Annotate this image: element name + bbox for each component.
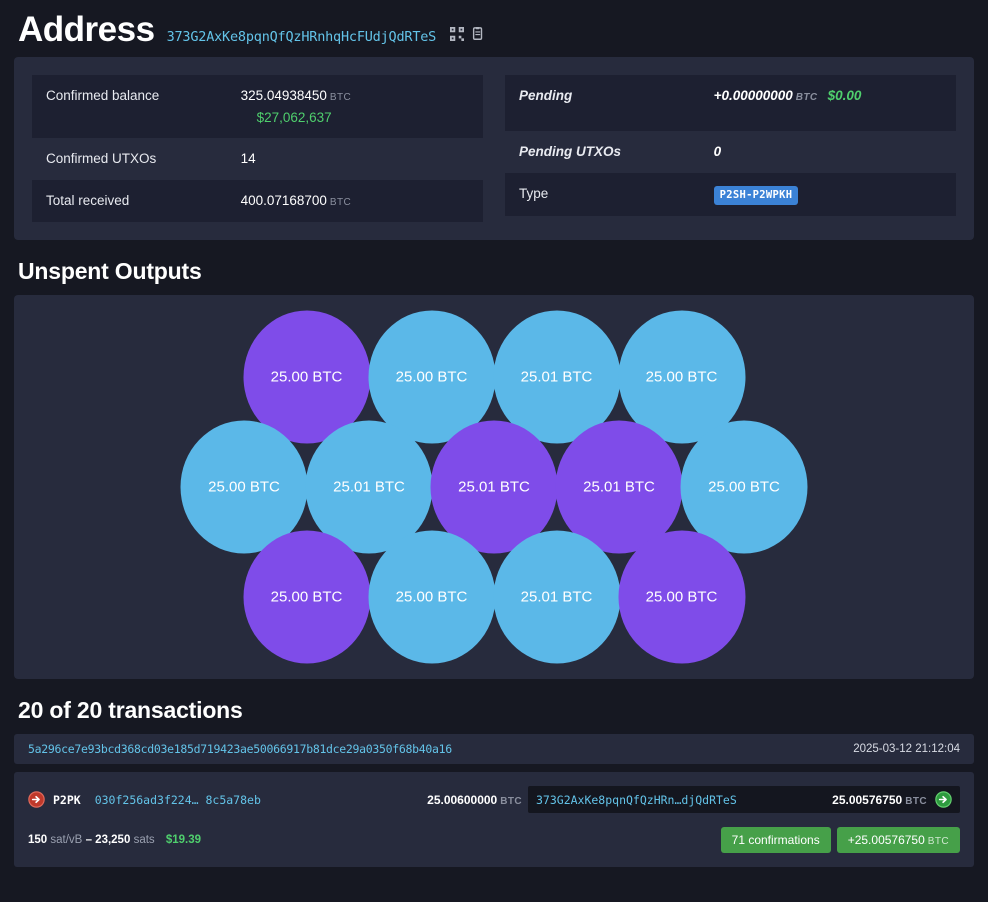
transaction-id[interactable]: 5a296ce7e93bcd368cd03e185d719423ae500669… (28, 742, 452, 756)
stat-confirmed-utxos: Confirmed UTXOs 14 (32, 138, 483, 180)
output-amount-unit: BTC (905, 795, 927, 807)
stat-value: 14 (240, 151, 256, 167)
stat-label: Total received (46, 193, 130, 209)
transaction-body: P2PK 030f256ad3f224… 8c5a78eb 25.0060000… (14, 772, 974, 868)
stat-amount: 400.07168700 (240, 193, 327, 209)
input-amount-unit: BTC (500, 795, 522, 807)
input-amount: 25.00600000 BTC (427, 793, 522, 807)
net-amount-unit: BTC (927, 836, 949, 848)
stat-confirmed-balance: Confirmed balance 325.04938450 BTC $27,06… (32, 75, 483, 139)
net-amount-badge[interactable]: +25.00576750 BTC (836, 827, 960, 854)
utxo-bubble[interactable]: 25.00 BTC (618, 530, 745, 664)
transaction-output[interactable]: 373G2AxKe8pqnQfQzHRn…djQdRTeS 25.0057675… (528, 786, 960, 814)
transaction-io-row: P2PK 030f256ad3f224… 8c5a78eb 25.0060000… (28, 786, 960, 814)
stat-amount: +0.00000000 (713, 88, 793, 103)
address-value[interactable]: 373G2AxKe8pqnQfQzHRnhqHcFUdjQdRTeS (167, 29, 437, 45)
arrow-right-red-icon (28, 791, 45, 808)
summary-column-left: Confirmed balance 325.04938450 BTC $27,06… (32, 75, 483, 223)
transactions-title: 20 of 20 transactions (18, 697, 243, 724)
header-icon-group (450, 27, 485, 41)
address-page: Address 373G2AxKe8pqnQfQzHRnhqHcFUdjQdRT… (0, 0, 988, 902)
fee-separator: – (85, 834, 92, 847)
output-amount-value: 25.00576750 (832, 792, 903, 807)
fee-rate-unit: sat/vB (50, 834, 83, 847)
stat-pending-utxos: Pending UTXOs 0 (505, 131, 956, 173)
stat-value: 325.04938450 BTC $27,062,637 (241, 86, 469, 127)
stat-unit: BTC (329, 197, 352, 209)
transactions-list: 5a296ce7e93bcd368cd03e185d719423ae500669… (14, 734, 974, 868)
net-amount-value: +25.00576750 (847, 833, 925, 848)
address-type-badge[interactable]: P2SH-P2WPKH (713, 186, 799, 206)
stat-label: Confirmed UTXOs (46, 151, 157, 167)
address-summary-panel: Confirmed balance 325.04938450 BTC $27,06… (14, 57, 974, 241)
input-amount-value: 25.00600000 (427, 792, 498, 807)
utxo-bubble[interactable]: 25.00 BTC (243, 530, 370, 664)
input-script-type: P2PK (53, 792, 81, 807)
fee-rate-value: 150 (28, 834, 48, 847)
fee-sats-value: 23,250 (95, 834, 131, 847)
page-header: Address 373G2AxKe8pqnQfQzHRnhqHcFUdjQdRT… (0, 0, 988, 57)
stat-label: Pending UTXOs (519, 144, 622, 159)
stat-fiat: $27,062,637 (256, 109, 332, 125)
clipboard-copy-icon[interactable] (471, 27, 485, 41)
transaction-input[interactable]: P2PK 030f256ad3f224… 8c5a78eb 25.0060000… (28, 791, 522, 808)
stat-fiat: $0.00 (827, 88, 862, 103)
stat-type: Type P2SH-P2WPKH (505, 173, 956, 217)
utxo-bubble[interactable]: 25.00 BTC (368, 530, 495, 664)
transaction-footer-row: 150 sat/vB – 23,250 sats $19.39 71 confi… (28, 827, 960, 854)
stat-label: Confirmed balance (46, 88, 160, 103)
stat-label: Type (519, 186, 549, 201)
confirmations-badge[interactable]: 71 confirmations (720, 827, 831, 854)
stat-label: Pending (519, 88, 573, 103)
transaction-timestamp: 2025-03-12 21:12:04 (853, 743, 960, 756)
input-address[interactable]: 030f256ad3f224… 8c5a78eb (95, 793, 261, 807)
stat-amount: 325.04938450 (240, 88, 327, 103)
stat-value: +0.00000000 BTC $0.00 (714, 86, 942, 106)
arrow-right-green-icon (935, 791, 952, 808)
stat-unit: BTC (795, 92, 818, 103)
utxo-bubble-row: 25.00 BTC 25.00 BTC 25.01 BTC 25.00 BTC (182, 530, 807, 664)
stat-value: 400.07168700 BTC (241, 191, 469, 211)
utxo-bubble[interactable]: 25.01 BTC (493, 530, 620, 664)
fee-fiat: $19.39 (165, 834, 202, 847)
page-title: Address (18, 10, 155, 49)
stat-pending: Pending +0.00000000 BTC $0.00 (505, 75, 956, 131)
output-amount: 25.00576750 BTC (832, 793, 927, 807)
stat-value: P2SH-P2WPKH (713, 184, 942, 206)
output-address[interactable]: 373G2AxKe8pqnQfQzHRn…djQdRTeS (536, 793, 737, 807)
transaction-header-row: 5a296ce7e93bcd368cd03e185d719423ae500669… (14, 734, 974, 765)
utxo-bubble-cluster: 25.00 BTC 25.00 BTC 25.01 BTC 25.00 BTC 25.0… (180, 310, 808, 664)
unspent-outputs-panel: 25.00 BTC 25.00 BTC 25.01 BTC 25.00 BTC 25.0… (14, 295, 974, 680)
transaction-badges: 71 confirmations +25.00576750 BTC (720, 827, 960, 854)
unspent-outputs-title: Unspent Outputs (18, 258, 202, 285)
fee-sats-unit: sats (133, 834, 155, 847)
stat-total-received: Total received 400.07168700 BTC (32, 180, 483, 223)
transaction-fee: 150 sat/vB – 23,250 sats $19.39 (28, 834, 201, 846)
stat-value: 0 (713, 144, 722, 159)
stat-unit: BTC (329, 92, 352, 103)
qr-code-icon[interactable] (450, 27, 465, 41)
summary-column-right: Pending +0.00000000 BTC $0.00 Pending UT… (505, 75, 956, 222)
